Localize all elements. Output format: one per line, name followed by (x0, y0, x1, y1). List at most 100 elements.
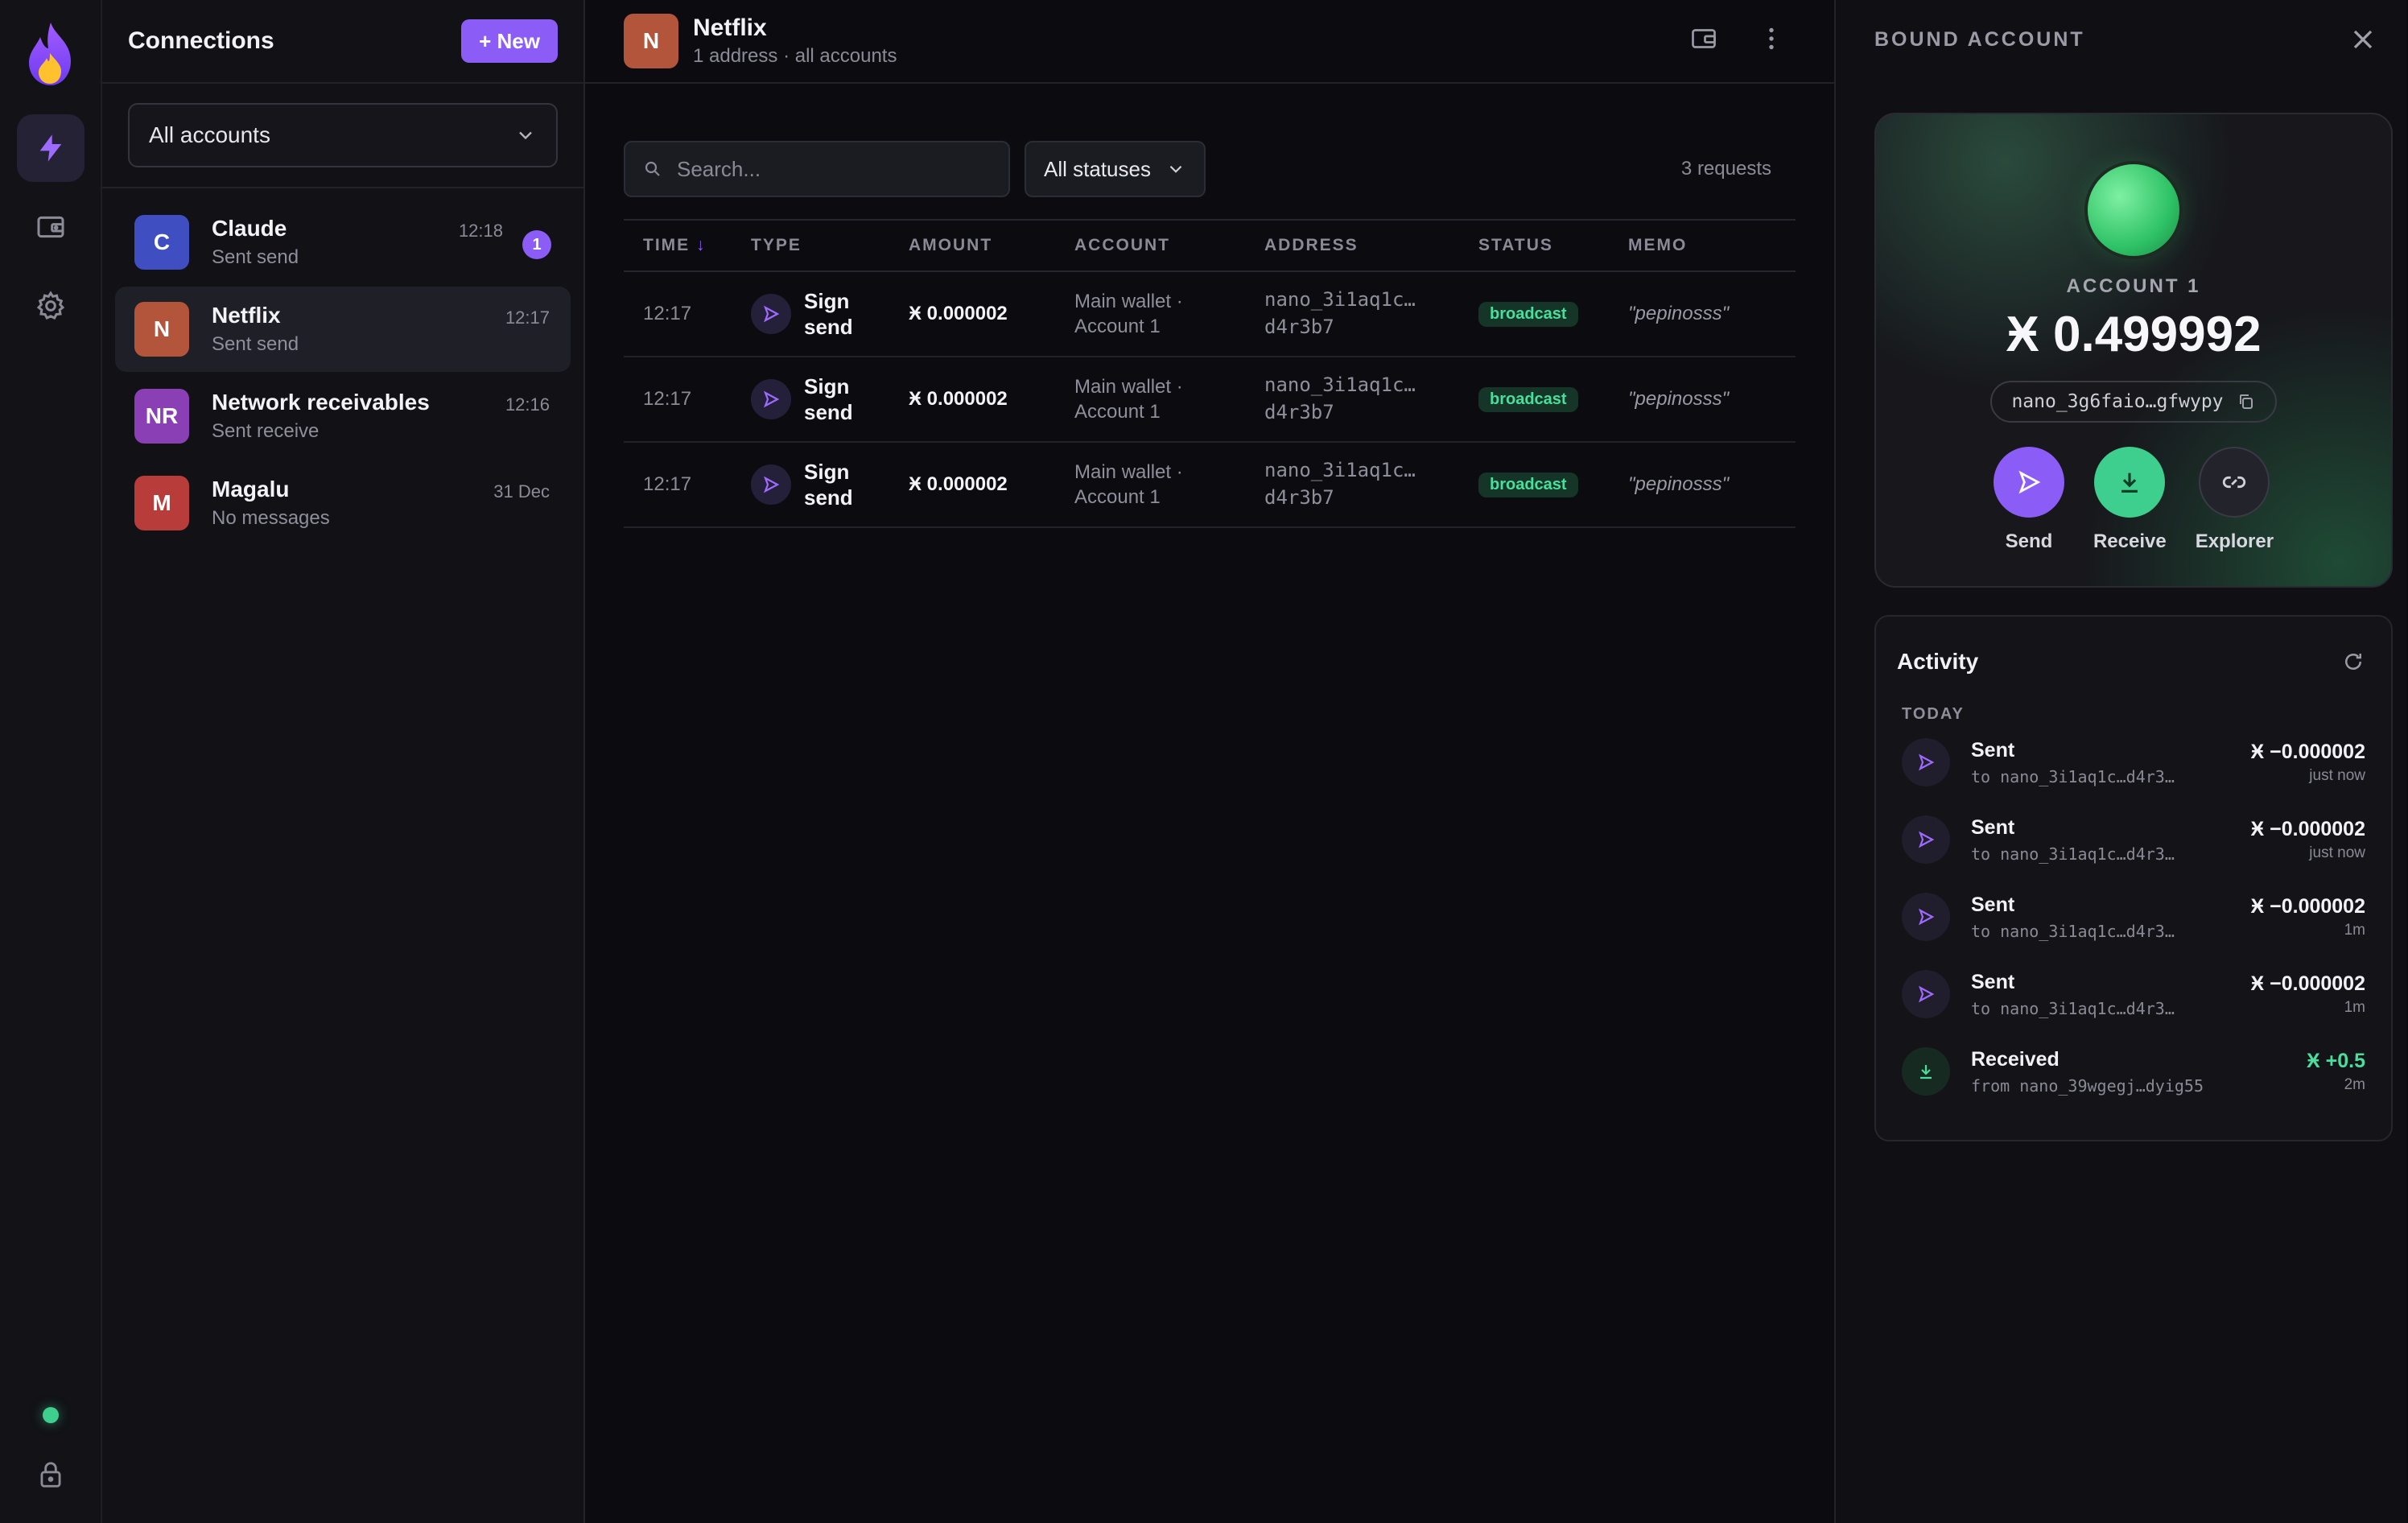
activity-amount: Ӿ −0.000002 (2250, 972, 2366, 995)
lock-icon[interactable] (35, 1459, 66, 1491)
connection-header: N Netflix 1 address · all accounts (585, 0, 1834, 84)
nav-wallet-button[interactable] (17, 193, 85, 261)
explorer-button[interactable]: Explorer (2196, 447, 2274, 553)
send-icon (751, 294, 791, 334)
request-count: 3 requests (1680, 158, 1771, 180)
activity-item[interactable]: Sent to nano_3i1aq1c…d4r3… Ӿ −0.000002 j… (1876, 801, 2391, 878)
nav-rail (0, 0, 102, 1523)
type-line-2: send (804, 485, 853, 510)
connection-item[interactable]: N Netflix Sent send 12:17 (115, 287, 571, 372)
connection-item[interactable]: M Magalu No messages 31 Dec (115, 460, 571, 546)
status-badge: broadcast (1478, 472, 1578, 497)
sent-icon-wrap (1902, 738, 1950, 786)
app-window: Connections + New All accounts C Claude … (0, 0, 2408, 1523)
account-address: nano_3g6faio…gfwypy (2011, 391, 2224, 412)
connection-status-dot (42, 1407, 59, 1423)
chevron-down-icon (519, 131, 532, 140)
more-vertical-icon[interactable] (1757, 24, 1786, 53)
cell-memo: "pepinosss" (1609, 357, 1796, 443)
column-header-address[interactable]: ADDRESS (1245, 219, 1459, 272)
status-filter-select[interactable]: All statuses (1025, 141, 1206, 197)
activity-item[interactable]: Received from nano_39wgegj…dyig55 Ӿ +0.5… (1876, 1033, 2391, 1110)
receive-button[interactable]: Receive (2093, 447, 2167, 553)
sent-icon-wrap (1902, 815, 1950, 864)
address-line-1: nano_3i1aq1c… (1264, 459, 1416, 482)
activity-address: to nano_3i1aq1c…d4r3… (1971, 844, 2175, 864)
activity-item[interactable]: Sent to nano_3i1aq1c…d4r3… Ӿ −0.000002 1… (1876, 878, 2391, 955)
activity-time: 1m (2344, 921, 2365, 939)
column-header-type[interactable]: TYPE (732, 219, 889, 272)
send-icon (1918, 985, 1935, 1003)
nav-settings-button[interactable] (17, 272, 85, 340)
requests-table: TIME ↓ TYPE AMOUNT ACCOUNT ADDRESS STATU… (624, 219, 1796, 528)
connection-name: Network receivables (212, 390, 430, 415)
connection-time: 12:17 (505, 307, 550, 328)
account-balance: Ӿ 0.499992 (2006, 307, 2262, 362)
activity-item[interactable]: Sent to nano_3i1aq1c…d4r3… Ӿ −0.000002 j… (1876, 724, 2391, 801)
connection-item[interactable]: NR Network receivables Sent receive 12:1… (115, 374, 571, 459)
column-header-account[interactable]: ACCOUNT (1055, 219, 1245, 272)
nav-connections-button[interactable] (16, 114, 85, 182)
activity-time: just now (2309, 766, 2365, 784)
sort-arrow-icon: ↓ (696, 236, 707, 254)
account-line-1: Main wallet · (1074, 290, 1183, 312)
activity-item[interactable]: Sent to nano_3i1aq1c…d4r3… Ӿ −0.000002 1… (1876, 955, 2391, 1033)
cell-memo: "pepinosss" (1609, 271, 1796, 357)
refresh-icon[interactable] (2341, 650, 2365, 674)
bound-account-card: ACCOUNT 1 Ӿ 0.499992 nano_3g6faio…gfwypy… (1874, 113, 2393, 588)
send-icon (1918, 753, 1935, 771)
activity-day-label: TODAY (1902, 705, 1965, 723)
column-header-status[interactable]: STATUS (1459, 219, 1609, 272)
connection-last-message: Sent send (212, 246, 299, 268)
connection-last-message: Sent send (212, 333, 299, 355)
activity-title: Activity (1897, 649, 1979, 674)
type-line-1: Sign (804, 288, 850, 313)
cell-status: broadcast (1459, 442, 1609, 528)
column-header-memo[interactable]: MEMO (1609, 219, 1796, 272)
activity-address: from nano_39wgegj…dyig55 (1971, 1075, 2204, 1096)
connection-name: Netflix (212, 303, 281, 328)
address-line-2: d4r3b7 (1264, 486, 1334, 509)
cell-address: nano_3i1aq1c… d4r3b7 (1245, 271, 1459, 357)
send-button[interactable]: Send (1993, 447, 2064, 553)
wallet-icon[interactable] (1689, 24, 1718, 53)
flame-logo[interactable] (23, 21, 79, 87)
connection-subtitle: 1 address · all accounts (693, 45, 897, 67)
connections-panel: Connections + New All accounts C Claude … (102, 0, 585, 1523)
search-input[interactable] (677, 156, 991, 182)
activity-list: Sent to nano_3i1aq1c…d4r3… Ӿ −0.000002 j… (1876, 724, 2391, 1110)
connection-avatar: C (134, 215, 189, 270)
activity-title: Sent (1971, 893, 2015, 916)
connection-avatar: NR (134, 389, 189, 444)
account-filter-select[interactable]: All accounts (128, 103, 558, 167)
connection-title: Netflix (693, 14, 767, 41)
activity-amount: Ӿ −0.000002 (2250, 894, 2366, 918)
activity-time: 1m (2344, 998, 2365, 1016)
column-header-time[interactable]: TIME ↓ (624, 219, 732, 272)
address-line-2: d4r3b7 (1264, 316, 1334, 338)
account-orb-avatar (2088, 164, 2179, 256)
account-line-2: Account 1 (1074, 316, 1161, 337)
column-header-amount[interactable]: AMOUNT (889, 219, 1055, 272)
sent-icon-wrap (1902, 893, 1950, 941)
cell-amount: Ӿ 0.000002 (889, 442, 1055, 528)
activity-title: Sent (1971, 815, 2015, 839)
activity-title: Received (1971, 1047, 2060, 1071)
table-row[interactable]: 12:17 Sign send Ӿ 0.000002 Main wallet · A… (624, 442, 1796, 528)
close-icon[interactable] (2347, 23, 2379, 56)
connection-item[interactable]: C Claude Sent send 12:18 1 (115, 200, 571, 285)
new-connection-button[interactable]: + New (461, 19, 558, 63)
account-label: ACCOUNT 1 (2066, 275, 2201, 297)
requests-view: N Netflix 1 address · all accounts All s… (585, 0, 1836, 1523)
account-address-chip[interactable]: nano_3g6faio…gfwypy (1990, 381, 2277, 423)
copy-icon[interactable] (2237, 392, 2256, 411)
send-circle (1993, 447, 2064, 518)
table-row[interactable]: 12:17 Sign send Ӿ 0.000002 Main wallet · A… (624, 271, 1796, 357)
search-icon (645, 161, 660, 176)
requests-toolbar: All statuses 3 requests (585, 84, 1834, 197)
send-icon (751, 464, 791, 505)
activity-time: 2m (2344, 1075, 2365, 1093)
table-row[interactable]: 12:17 Sign send Ӿ 0.000002 Main wallet · A… (624, 357, 1796, 443)
type-line-1: Sign (804, 459, 850, 484)
search-box[interactable] (624, 141, 1010, 197)
